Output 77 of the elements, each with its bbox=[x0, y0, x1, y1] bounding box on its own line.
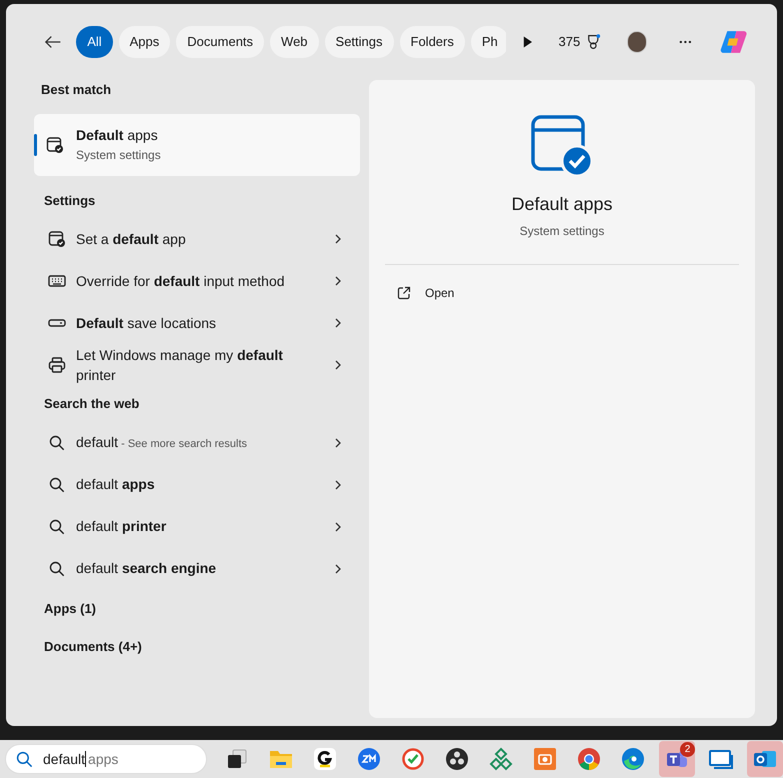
app-check-icon bbox=[531, 115, 593, 177]
more-icon[interactable] bbox=[678, 40, 692, 44]
web-result[interactable]: default - See more search results bbox=[34, 422, 360, 464]
item-subtitle: System settings bbox=[76, 147, 161, 164]
result-label: Set a default app bbox=[76, 230, 187, 249]
chevron-right-icon bbox=[334, 562, 342, 574]
play-icon[interactable] bbox=[522, 35, 533, 49]
chevron-right-icon bbox=[334, 317, 342, 329]
filter-tab[interactable]: Settings bbox=[324, 26, 394, 58]
browser-icon[interactable] bbox=[577, 747, 601, 771]
search-query: default bbox=[43, 750, 86, 766]
section-heading: Settings bbox=[43, 192, 96, 210]
filter-tab[interactable]: Documents bbox=[176, 26, 264, 58]
open-action[interactable]: Open bbox=[385, 277, 739, 309]
task-view-icon[interactable] bbox=[225, 747, 249, 771]
search-icon bbox=[49, 560, 65, 576]
preview-subtitle: System settings bbox=[520, 223, 604, 240]
chevron-right-icon bbox=[334, 359, 342, 371]
web-result[interactable]: default apps bbox=[34, 464, 360, 506]
chevron-right-icon bbox=[334, 233, 342, 245]
section-heading[interactable]: Documents (4+) bbox=[34, 628, 360, 666]
g-app-icon[interactable] bbox=[313, 747, 337, 771]
chevron-right-icon bbox=[334, 275, 342, 287]
browser-icon[interactable] bbox=[621, 747, 645, 771]
app-check-icon bbox=[48, 230, 66, 248]
web-result[interactable]: default printer bbox=[34, 506, 360, 548]
filter-tab[interactable]: Folders bbox=[400, 26, 465, 58]
check-circle-icon[interactable] bbox=[401, 747, 425, 771]
web-result[interactable]: default search engine bbox=[34, 548, 360, 590]
result-label: default printer bbox=[76, 517, 168, 536]
drive-icon bbox=[48, 318, 66, 328]
result-label: default - See more search results bbox=[76, 433, 248, 452]
result-label: default search engine bbox=[76, 559, 218, 578]
trophy-icon[interactable] bbox=[586, 33, 601, 51]
printer-icon bbox=[48, 356, 66, 374]
avatar[interactable] bbox=[626, 31, 647, 53]
result-label: Override for default input method bbox=[76, 272, 286, 291]
best-match-item[interactable]: Default apps System settings bbox=[34, 114, 360, 176]
filter-tab[interactable]: Web bbox=[270, 26, 319, 58]
search-suggestion: apps bbox=[85, 750, 118, 766]
search-icon bbox=[49, 518, 65, 534]
app-check-icon bbox=[46, 136, 64, 154]
keyboard-icon bbox=[48, 274, 66, 288]
points-count: 375 bbox=[558, 33, 580, 52]
filter-tab[interactable]: Apps bbox=[118, 26, 170, 58]
selection-indicator bbox=[34, 134, 37, 156]
diamond-app-icon[interactable] bbox=[489, 747, 513, 771]
section-heading: Best match bbox=[40, 81, 112, 99]
monitor-icon[interactable] bbox=[708, 747, 734, 771]
section-heading: Search the web bbox=[43, 395, 140, 413]
open-external-icon bbox=[397, 286, 411, 300]
settings-result[interactable]: Default save locations bbox=[34, 302, 360, 344]
taskbar-search-field[interactable]: default apps bbox=[5, 744, 207, 774]
preview-title: Default apps bbox=[511, 193, 613, 216]
camera-icon[interactable] bbox=[533, 747, 557, 771]
result-label: Default save locations bbox=[76, 314, 218, 333]
result-label: Let Windows manage my default printer bbox=[76, 346, 284, 385]
filter-tab[interactable]: Ph bbox=[470, 26, 506, 58]
chevron-right-icon bbox=[334, 436, 342, 448]
result-label: default apps bbox=[76, 475, 156, 494]
zoom-app-icon[interactable] bbox=[357, 747, 381, 771]
search-icon bbox=[49, 434, 65, 450]
settings-result[interactable]: Let Windows manage my default printer bbox=[34, 344, 360, 386]
obs-icon[interactable] bbox=[445, 747, 469, 771]
notification-badge: 2 bbox=[680, 742, 695, 757]
back-arrow-icon[interactable] bbox=[44, 34, 62, 50]
settings-result[interactable]: Override for default input method bbox=[34, 260, 360, 302]
search-icon bbox=[49, 476, 65, 492]
settings-result[interactable]: Set a default app bbox=[34, 218, 360, 260]
copilot-icon[interactable] bbox=[720, 28, 747, 56]
chevron-right-icon bbox=[334, 478, 342, 490]
chevron-right-icon bbox=[334, 520, 342, 532]
search-icon bbox=[16, 750, 33, 768]
section-heading[interactable]: Apps (1) bbox=[34, 590, 360, 628]
taskbar-app[interactable]: 2 bbox=[659, 741, 695, 777]
filter-tab[interactable]: All bbox=[76, 26, 113, 58]
item-title: Default apps bbox=[76, 126, 159, 145]
